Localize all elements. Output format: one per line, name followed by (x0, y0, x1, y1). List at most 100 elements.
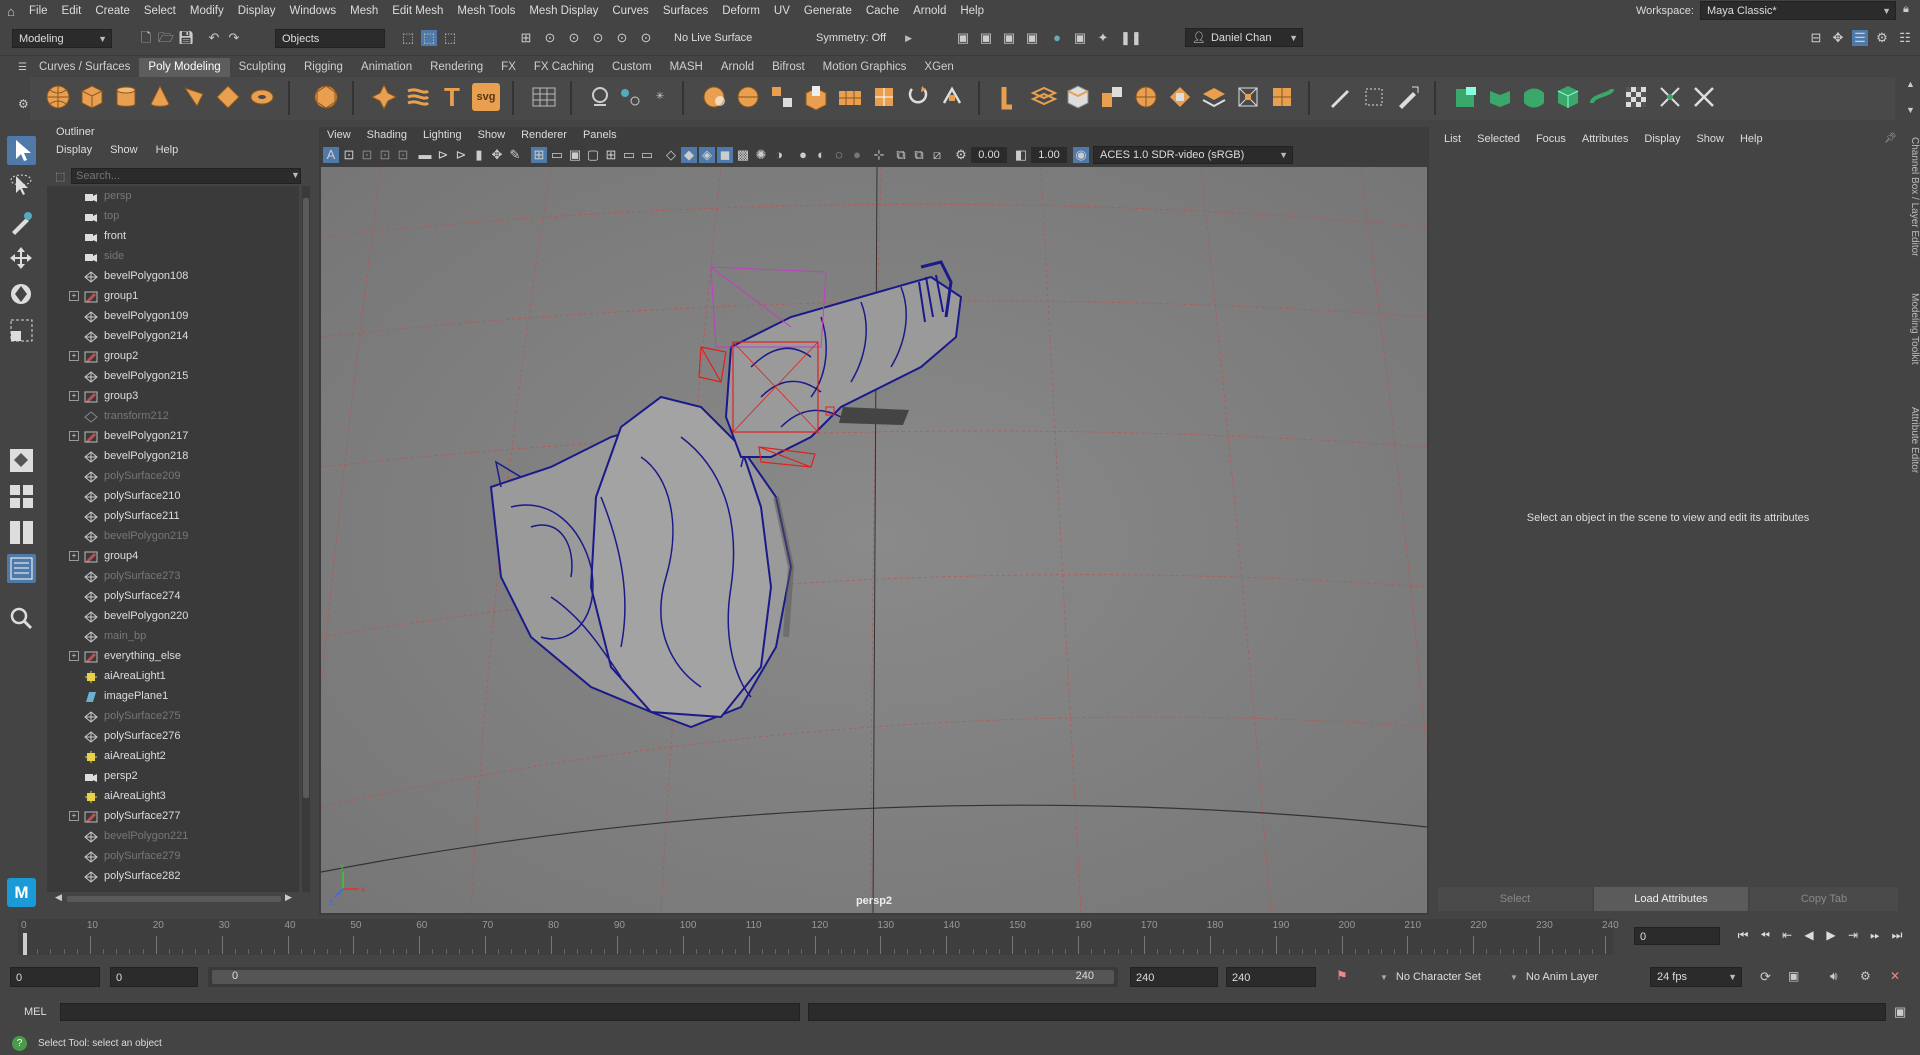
ipr-render-icon[interactable]: ▣ (1001, 30, 1017, 46)
attr-menu-focus[interactable]: Focus (1528, 131, 1574, 147)
isolate-select-icon[interactable]: ⊹ (871, 147, 887, 163)
offset-edge-icon[interactable] (1064, 83, 1092, 111)
super-shape-icon[interactable] (370, 83, 398, 111)
default-material-icon[interactable]: ◼ (717, 147, 733, 163)
camera-attributes-icon[interactable]: ⊡ (341, 147, 357, 163)
exposure-icon[interactable]: ⚙︎ (953, 147, 969, 163)
hypershade-icon[interactable]: ● (1049, 30, 1065, 46)
platonic-solid-icon[interactable] (312, 83, 340, 111)
outliner-menu-show[interactable]: Show (101, 144, 147, 156)
render-setup-icon[interactable]: ▣ (1072, 30, 1088, 46)
bevel-icon[interactable] (870, 83, 898, 111)
outliner-vertical-scrollbar[interactable] (302, 186, 310, 892)
scroll-right-icon[interactable]: ▶ (285, 892, 292, 903)
poly-cube-icon[interactable] (78, 83, 106, 111)
outliner-item[interactable]: + group1 (47, 286, 299, 306)
tool-settings-icon[interactable]: ⚙︎ (1874, 30, 1890, 46)
lock-icon[interactable]: 🔒︎ (1903, 3, 1909, 16)
menu-display[interactable]: Display (231, 0, 283, 22)
xray-joints-icon[interactable]: ⧉ (911, 147, 927, 163)
outliner-item[interactable]: polySurface211 (47, 506, 299, 526)
select-tool-icon[interactable] (7, 136, 36, 165)
new-scene-icon[interactable]: 🗋 (138, 30, 154, 46)
grease-pencil-icon[interactable]: ▬ (417, 147, 433, 163)
menu-help[interactable]: Help (953, 0, 991, 22)
shelf-tab-mash[interactable]: MASH (661, 58, 712, 77)
exposure-field[interactable]: 0.00 (971, 147, 1007, 163)
gamma-icon[interactable]: ◧ (1013, 147, 1029, 163)
poly-cone-icon[interactable] (146, 83, 174, 111)
select-object-icon[interactable]: ⬚ (421, 30, 437, 46)
expand-icon[interactable]: + (69, 651, 79, 661)
menu-edit-mesh[interactable]: Edit Mesh (385, 0, 450, 22)
playback-start-field[interactable]: 0 (110, 967, 198, 987)
poly-plane-icon[interactable] (214, 83, 242, 111)
time-slider[interactable]: 0 10 20 30 40 50 60 70 80 90 100 110 120 130 140 150 160… (18, 919, 1619, 955)
channel-box-tab[interactable]: Channel Box / Layer Editor (1903, 137, 1920, 257)
depth-of-field-icon[interactable]: ● (849, 147, 865, 163)
render-frame-icon[interactable]: ▣ (978, 30, 994, 46)
current-time-indicator[interactable] (23, 933, 27, 955)
shelf-tab-custom[interactable]: Custom (603, 58, 661, 77)
type-grid-icon[interactable] (530, 83, 558, 111)
uv-checker-icon[interactable] (1622, 83, 1650, 111)
outliner-item[interactable]: bevelPolygon218 (47, 446, 299, 466)
outliner-item[interactable]: polySurface274 (47, 586, 299, 606)
insert-edge-loop-icon[interactable] (1030, 83, 1058, 111)
menu-generate[interactable]: Generate (797, 0, 859, 22)
combine-icon[interactable] (586, 83, 614, 111)
sweep-mesh-icon[interactable] (404, 83, 432, 111)
menu-mesh[interactable]: Mesh (343, 0, 385, 22)
menu-mesh-tools[interactable]: Mesh Tools (450, 0, 522, 22)
target-weld-icon[interactable] (1132, 83, 1160, 111)
resolution-gate-icon[interactable]: ▣ (567, 147, 583, 163)
four-view-layout-icon[interactable] (7, 482, 36, 511)
viewport-menu-lighting[interactable]: Lighting (415, 127, 470, 144)
outliner-item[interactable]: aiAreaLight2 (47, 746, 299, 766)
outliner-item[interactable]: imagePlane1 (47, 686, 299, 706)
shelf-tab-poly-modeling[interactable]: Poly Modeling (139, 58, 230, 77)
horizontal-scrollbar-thumb[interactable] (67, 896, 281, 902)
shelf-tab-arnold[interactable]: Arnold (712, 58, 763, 77)
render-settings-icon[interactable]: ▣ (1024, 30, 1040, 46)
menu-deform[interactable]: Deform (715, 0, 767, 22)
bridge-icon[interactable] (836, 83, 864, 111)
current-frame-field[interactable]: 0 (1634, 927, 1720, 945)
go-to-end-icon[interactable]: ⏭︎ (1890, 928, 1904, 942)
shelf-scroll-down-icon[interactable]: ▼ (1906, 105, 1915, 115)
outliner-item[interactable]: bevelPolygon109 (47, 306, 299, 326)
live-surface-field[interactable]: No Live Surface (668, 29, 768, 48)
3d-viewport[interactable]: y x z persp2 (321, 167, 1427, 913)
menu-arnold[interactable]: Arnold (906, 0, 953, 22)
triangulate-icon[interactable] (1234, 83, 1262, 111)
pause-icon[interactable]: ❚❚ (1120, 30, 1142, 46)
shelf-tab-bifrost[interactable]: Bifrost (763, 58, 814, 77)
append-icon[interactable] (904, 83, 932, 111)
uv-cylindrical-icon[interactable] (1486, 83, 1514, 111)
viewport-menu-show[interactable]: Show (470, 127, 514, 144)
open-scene-icon[interactable]: 🗁 (158, 30, 174, 46)
lasso-tool-icon[interactable] (7, 172, 36, 201)
safe-title-icon[interactable]: ▭ (639, 147, 655, 163)
menu-file[interactable]: File (22, 0, 55, 22)
view-transform-dropdown[interactable]: ACES 1.0 SDR-video (sRGB) ▼ (1093, 146, 1293, 164)
range-slider[interactable]: 0 240 (208, 967, 1118, 987)
selection-mode-dropdown[interactable]: Objects (275, 29, 385, 48)
paint-icon[interactable]: ✎ (507, 147, 523, 163)
menu-create[interactable]: Create (88, 0, 137, 22)
reduce-icon[interactable] (734, 83, 762, 111)
expand-icon[interactable]: + (69, 291, 79, 301)
render-view-icon[interactable]: ▣ (955, 30, 971, 46)
expand-icon[interactable]: + (69, 351, 79, 361)
menu-surfaces[interactable]: Surfaces (656, 0, 715, 22)
step-forward-key-icon[interactable]: ⏩︎ (1868, 928, 1882, 942)
outliner-item[interactable]: + group3 (47, 386, 299, 406)
menu-mesh-display[interactable]: Mesh Display (522, 0, 605, 22)
shelf-tab-rigging[interactable]: Rigging (295, 58, 352, 77)
outliner-item[interactable]: top (47, 206, 299, 226)
outliner-item[interactable]: bevelPolygon219 (47, 526, 299, 546)
playblast-icon[interactable]: ⊳ (453, 147, 469, 163)
shelf-tab-sculpting[interactable]: Sculpting (230, 58, 295, 77)
modeling-toolkit-icon[interactable]: ✥ (1830, 30, 1846, 46)
select-component-icon[interactable]: ⬚ (442, 30, 458, 46)
